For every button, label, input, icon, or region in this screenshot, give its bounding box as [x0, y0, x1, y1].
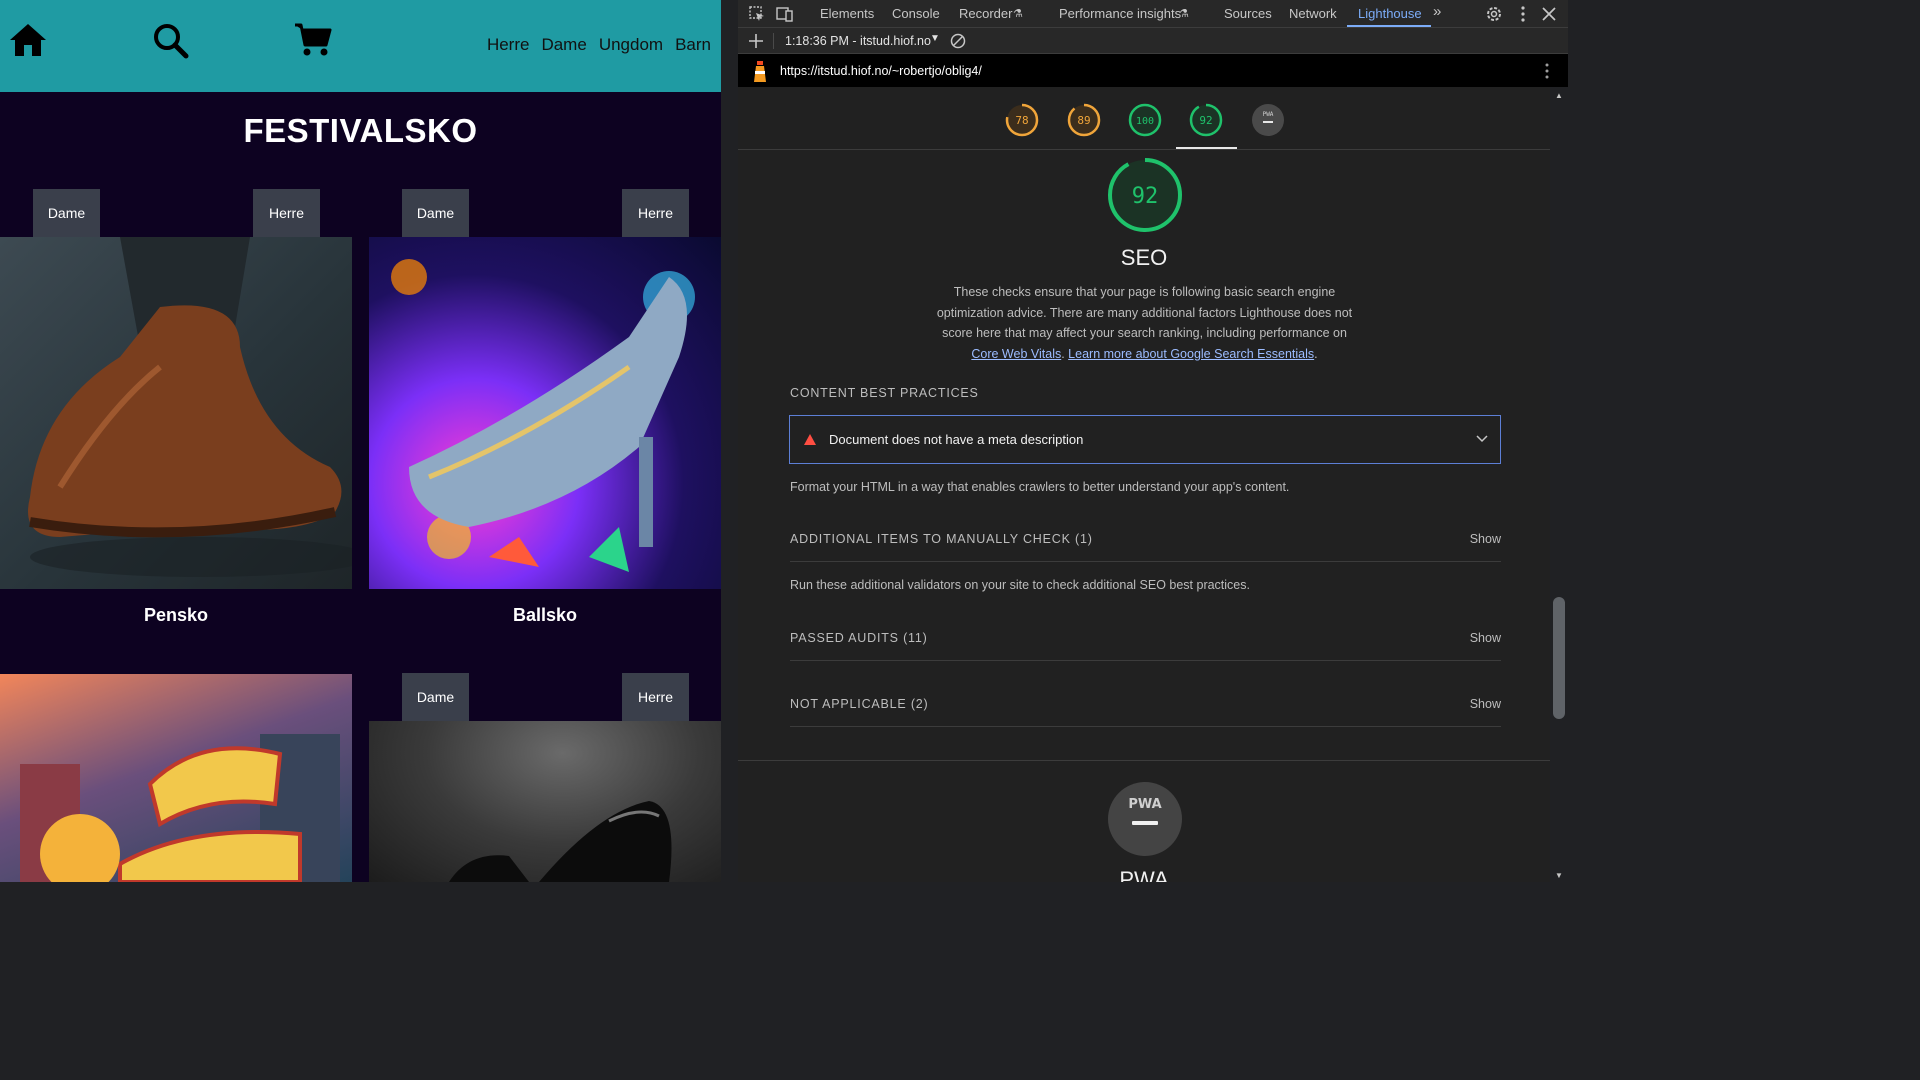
seo-score-gauge: 92 — [1108, 158, 1182, 232]
audit-title: Document does not have a meta descriptio… — [829, 432, 1084, 447]
kebab-menu-icon[interactable] — [1514, 5, 1532, 23]
search-essentials-link[interactable]: Learn more about Google Search Essential… — [1068, 347, 1314, 361]
product-image-pensko[interactable] — [0, 237, 352, 589]
score-gauges-bar: 78 89 100 92 PWA — [738, 87, 1550, 150]
group-description: Run these additional validators on your … — [790, 578, 1250, 592]
devtools-panel: Elements Console Recorder ⚗ Performance … — [738, 0, 1568, 882]
tab-elements[interactable]: Elements — [820, 6, 874, 21]
performance-gauge[interactable]: 78 — [1005, 103, 1039, 137]
category-divider — [738, 760, 1550, 761]
tab-console[interactable]: Console — [892, 6, 940, 21]
experiment-flask-icon: ⚗ — [1179, 8, 1189, 20]
gear-icon[interactable] — [1485, 5, 1503, 23]
lighthouse-toolbar: 1:18:36 PM - itstud.hiof.no ▼ — [738, 28, 1568, 54]
nav-barn[interactable]: Barn — [675, 35, 711, 55]
show-button[interactable]: Show — [1470, 631, 1501, 645]
more-tabs-icon[interactable]: » — [1433, 3, 1441, 20]
nav-ungdom[interactable]: Ungdom — [599, 35, 663, 55]
page-title: FESTIVALSKO — [243, 112, 478, 149]
product-name-ballsko[interactable]: Ballsko — [369, 605, 721, 626]
tag-dame[interactable]: Dame — [402, 189, 469, 237]
report-scrollbar[interactable]: ▲ ▼ — [1550, 87, 1568, 882]
tag-dame[interactable]: Dame — [402, 673, 469, 721]
scroll-up-icon[interactable]: ▲ — [1555, 91, 1563, 100]
category-description: These checks ensure that your page is fo… — [936, 285, 1353, 361]
svg-text:89: 89 — [1077, 114, 1090, 127]
devtools-tabbar: Elements Console Recorder ⚗ Performance … — [738, 0, 1568, 28]
accessibility-gauge[interactable]: 89 — [1067, 103, 1101, 137]
group-heading-label: NOT APPLICABLE (2) — [790, 697, 929, 711]
chevron-down-icon[interactable] — [1476, 435, 1488, 443]
best-practices-gauge[interactable]: 100 — [1128, 103, 1162, 137]
tab-network[interactable]: Network — [1289, 6, 1337, 21]
product-image-3[interactable] — [0, 674, 352, 882]
report-selector[interactable]: 1:18:36 PM - itstud.hiof.no — [785, 34, 931, 48]
audited-url: https://itstud.hiof.no/~robertjo/oblig4/ — [780, 64, 982, 78]
main-nav: Herre Dame Ungdom Barn — [487, 35, 711, 55]
device-toolbar-icon[interactable] — [776, 5, 794, 23]
divider — [790, 561, 1501, 562]
product-image-ballsko[interactable] — [369, 237, 721, 589]
divider — [773, 33, 774, 49]
group-heading-label: PASSED AUDITS (11) — [790, 631, 928, 645]
plus-icon[interactable] — [748, 33, 764, 49]
core-web-vitals-link[interactable]: Core Web Vitals — [971, 347, 1061, 361]
inspect-element-icon[interactable] — [748, 5, 766, 23]
group-heading-content: CONTENT BEST PRACTICES — [790, 386, 979, 400]
svg-text:PWA: PWA — [1263, 111, 1274, 118]
divider — [790, 726, 1501, 727]
group-heading-not-applicable[interactable]: NOT APPLICABLE (2) Show — [790, 697, 1501, 711]
divider — [790, 660, 1501, 661]
nav-dame[interactable]: Dame — [541, 35, 586, 55]
lighthouse-logo-icon — [754, 61, 766, 82]
search-icon[interactable] — [150, 20, 190, 60]
website-viewport: Herre Dame Ungdom Barn FESTIVALSKO Dame … — [0, 0, 721, 882]
group-heading-manual[interactable]: ADDITIONAL ITEMS TO MANUALLY CHECK (1) S… — [790, 532, 1501, 546]
pwa-gauge[interactable]: PWA — [1251, 103, 1285, 137]
selected-gauge-indicator — [1176, 147, 1237, 149]
tag-herre[interactable]: Herre — [253, 189, 320, 237]
product-name-pensko[interactable]: Pensko — [0, 605, 352, 626]
tab-performance-insights[interactable]: Performance insights — [1059, 6, 1181, 21]
show-button[interactable]: Show — [1470, 532, 1501, 546]
svg-text:92: 92 — [1199, 114, 1212, 127]
experiment-flask-icon: ⚗ — [1013, 8, 1023, 20]
svg-text:PWA: PWA — [1128, 797, 1161, 812]
group-heading-label: ADDITIONAL ITEMS TO MANUALLY CHECK (1) — [790, 532, 1093, 546]
group-description: Format your HTML in a way that enables c… — [790, 480, 1290, 494]
fail-triangle-icon — [804, 434, 816, 445]
audit-meta-description[interactable]: Document does not have a meta descriptio… — [789, 415, 1501, 464]
nav-herre[interactable]: Herre — [487, 35, 530, 55]
pwa-score-badge: PWA — [1108, 782, 1182, 856]
scrollbar-thumb[interactable] — [1553, 597, 1565, 719]
tab-sources[interactable]: Sources — [1224, 6, 1272, 21]
site-header: Herre Dame Ungdom Barn — [0, 0, 721, 92]
chevron-down-icon[interactable]: ▼ — [930, 33, 940, 44]
svg-text:78: 78 — [1015, 114, 1028, 127]
tag-dame[interactable]: Dame — [33, 189, 100, 237]
seo-gauge[interactable]: 92 — [1189, 103, 1223, 137]
home-icon[interactable] — [8, 20, 48, 60]
show-button[interactable]: Show — [1470, 697, 1501, 711]
tab-recorder[interactable]: Recorder — [959, 6, 1012, 21]
close-icon[interactable] — [1540, 5, 1558, 23]
svg-text:92: 92 — [1132, 184, 1159, 209]
cart-icon[interactable] — [293, 20, 333, 60]
tag-herre[interactable]: Herre — [622, 189, 689, 237]
tab-lighthouse[interactable]: Lighthouse — [1358, 6, 1422, 21]
url-menu-icon[interactable] — [1544, 62, 1550, 80]
product-image-4[interactable] — [369, 721, 721, 882]
group-heading-passed[interactable]: PASSED AUDITS (11) Show — [790, 631, 1501, 645]
description-text: These checks ensure that your page is fo… — [936, 285, 1353, 340]
category-title: PWA — [1119, 867, 1169, 882]
scroll-down-icon[interactable]: ▼ — [1555, 871, 1563, 880]
tag-herre[interactable]: Herre — [622, 673, 689, 721]
clear-icon[interactable] — [950, 33, 966, 49]
lighthouse-report: 78 89 100 92 PWA 92 SEO These checks ens… — [738, 87, 1550, 882]
active-tab-indicator — [1347, 25, 1431, 27]
category-title: SEO — [1120, 245, 1168, 270]
svg-text:100: 100 — [1136, 116, 1154, 127]
lighthouse-url-bar: https://itstud.hiof.no/~robertjo/oblig4/ — [738, 54, 1568, 87]
